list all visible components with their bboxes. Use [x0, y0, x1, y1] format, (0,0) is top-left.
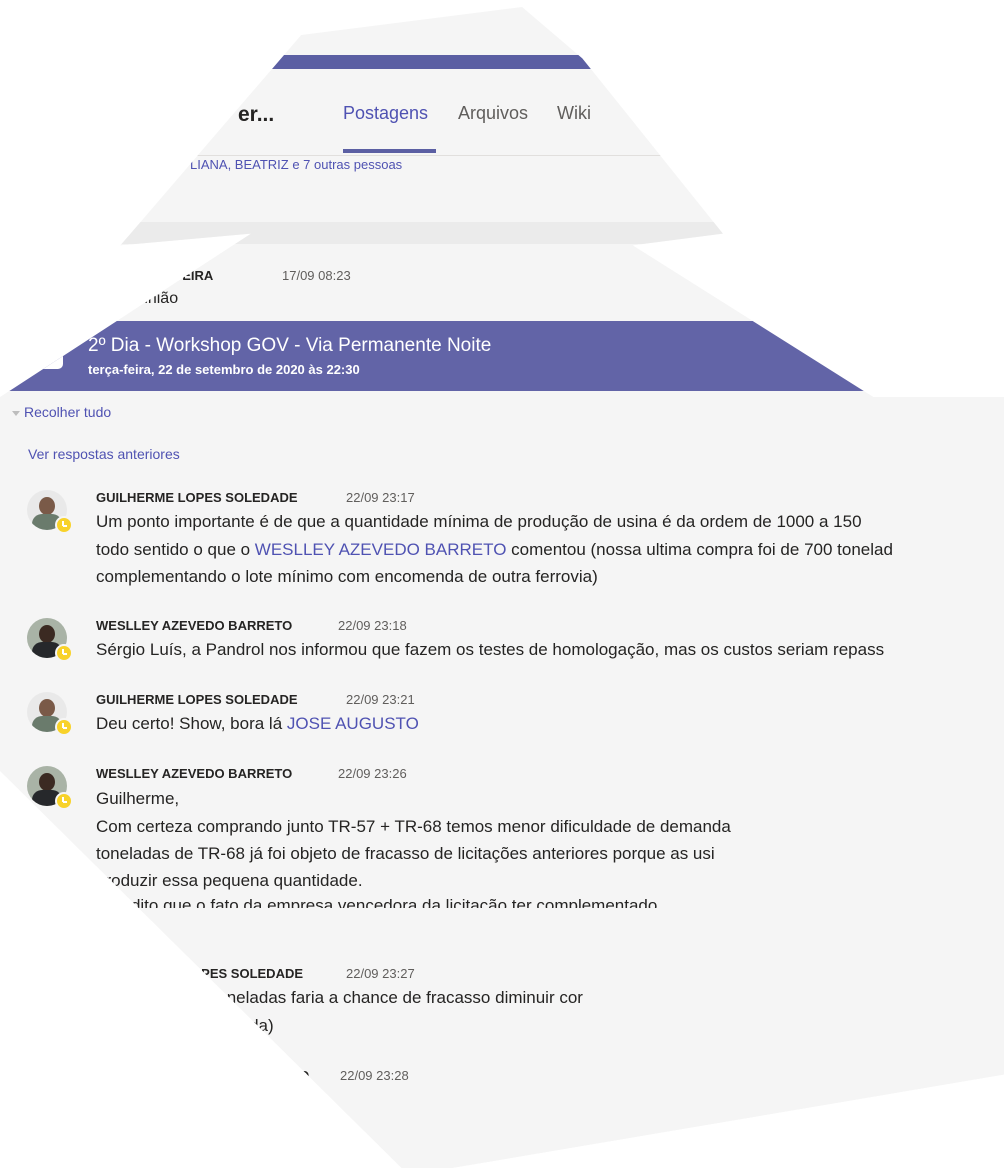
reply-author: RRETO — [264, 1068, 310, 1083]
reply-author: WESLLEY AZEVEDO BARRETO — [96, 766, 293, 781]
active-tab-indicator — [343, 149, 436, 153]
reply-text-segment: comentou (nossa ultima compra foi de 700… — [506, 540, 893, 559]
reply-text: produzir essa pequena quantidade. — [96, 871, 363, 890]
members-link[interactable]: LIANA, BEATRIZ e 7 outras pessoas — [190, 157, 402, 172]
tab-files[interactable]: Arquivos — [458, 103, 528, 124]
meeting-title: 2º Dia - Workshop GOV - Via Permanente N… — [88, 335, 492, 356]
mention-link[interactable]: JOSE AUGUSTO — [287, 714, 419, 733]
mention-link[interactable]: WESLLEY AZEVEDO BARRETO — [255, 540, 507, 559]
reply-text: Guilherme, — [96, 789, 180, 808]
reply-timestamp: 22/09 23:18 — [338, 618, 407, 633]
reply-text: Com certeza comprando junto TR-57 + TR-6… — [96, 817, 731, 836]
see-more-link[interactable]: mais — [124, 925, 154, 941]
reply-author: ME LOPES SOLEDADE — [160, 966, 304, 981]
reply-text-truncated: Acredito que o fato da empresa vencedora… — [96, 896, 658, 908]
away-status-icon — [55, 718, 73, 736]
collapse-all-button[interactable]: Recolher tudo — [12, 404, 111, 420]
reply-timestamp: 22/09 23:28 — [340, 1068, 409, 1083]
meeting-datetime: terça-feira, 22 de setembro de 2020 às 2… — [88, 362, 360, 377]
post-text: dou uma reunião — [58, 290, 179, 307]
reply-timestamp: 22/09 23:26 — [338, 766, 407, 781]
channel-title: er... — [238, 103, 275, 126]
tab-wiki[interactable]: Wiki — [557, 103, 591, 124]
earlier-replies-link[interactable]: Ver respostas anteriores — [28, 446, 180, 462]
reply-text: Um ponto importante é de que a quantidad… — [96, 512, 862, 531]
reply-text: Deu certo! Show, bora lá JOSE AUGUSTO — [96, 714, 419, 734]
reply-text-segment: todo sentido o que o — [96, 540, 255, 559]
reply-author: GUILHERME LOPES SOLEDADE — [96, 692, 298, 707]
away-status-icon — [55, 792, 73, 810]
reply-text: complementando o lote mínimo com encomen… — [96, 567, 598, 586]
screenshot-frame: er... Postagens Arquivos Wiki LIANA, BEA… — [0, 7, 1004, 1168]
calendar-icon — [35, 343, 63, 369]
post-author: E FERREIRA OLIVEIRA — [70, 268, 214, 283]
reply-text: Sérgio Luís, a Pandrol nos informou que … — [96, 640, 885, 659]
reply-timestamp: 22/09 23:27 — [346, 966, 415, 981]
reply-author: WESLLEY AZEVEDO BARRETO — [96, 618, 293, 633]
collapse-all-label: Recolher tudo — [24, 404, 112, 420]
reply-author: GUILHERME LOPES SOLEDADE — [96, 490, 298, 505]
reply-text: 1500 toneladas faria a chance de fracass… — [170, 988, 583, 1007]
reply-text: e nada) — [216, 1016, 274, 1035]
chevron-down-icon — [12, 410, 20, 416]
reply-text: todo sentido o que o WESLLEY AZEVEDO BAR… — [96, 540, 893, 560]
away-status-icon — [55, 516, 73, 534]
away-status-icon — [55, 644, 73, 662]
reply-timestamp: 22/09 23:17 — [346, 490, 415, 505]
reply-text: toneladas de TR-68 já foi objeto de frac… — [96, 844, 715, 863]
tab-posts[interactable]: Postagens — [343, 103, 428, 124]
reply-timestamp: 22/09 23:21 — [346, 692, 415, 707]
app-top-bar — [0, 55, 1004, 69]
reply-text-segment: Deu certo! Show, bora lá — [96, 714, 287, 733]
header-separator — [0, 222, 1004, 244]
post-timestamp: 17/09 08:23 — [282, 268, 351, 283]
